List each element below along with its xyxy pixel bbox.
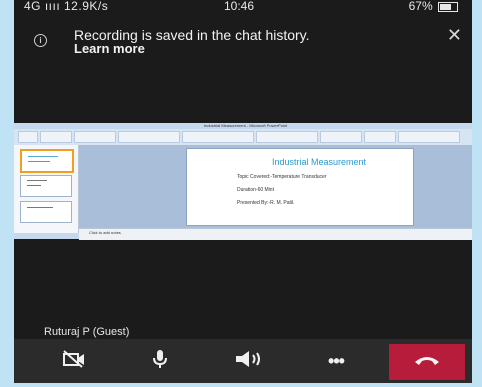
slide-thumbnail (20, 201, 72, 223)
battery-percent: 67% (408, 0, 433, 13)
slide-title: Industrial Measurement (271, 157, 367, 167)
camera-off-icon (62, 349, 86, 373)
shared-screen: Industrial Measurement - Microsoft Power… (14, 123, 472, 240)
slide-line: Topic Covered:-Temperature Transducer (237, 174, 327, 180)
phone-screen: 4G ıııı 12.9K/s 10:46 67% i Recording is… (14, 0, 472, 383)
ribbon-tool (256, 131, 318, 143)
notes-placeholder: Click to add notes (89, 230, 121, 235)
thumb-line (27, 207, 53, 208)
clock: 10:46 (224, 0, 255, 13)
slide-line: Duration-60 Mint (237, 187, 274, 193)
slide-canvas: Industrial Measurement Topic Covered:-Te… (79, 145, 472, 239)
thumb-line (28, 156, 58, 157)
battery-icon (438, 1, 458, 12)
ribbon-tool (182, 131, 254, 143)
ppt-status-bar (14, 233, 79, 239)
slide-thumbnail (20, 149, 74, 173)
close-icon[interactable]: ✕ (447, 26, 462, 44)
ribbon-tool (398, 131, 460, 143)
more-options-icon: ••• (328, 351, 345, 371)
ribbon-tool (118, 131, 180, 143)
microphone-icon (152, 349, 168, 374)
slide-thumbnail (20, 175, 72, 197)
slide-thumbnails (14, 145, 79, 239)
thumb-line (27, 185, 41, 186)
network-status: 4G ıııı 12.9K/s (24, 0, 109, 13)
current-slide: Industrial Measurement Topic Covered:-Te… (186, 148, 414, 226)
thumb-line (28, 161, 50, 162)
status-bar: 4G ıııı 12.9K/s 10:46 67% (14, 0, 472, 20)
ribbon-tool (18, 131, 38, 143)
thumb-line (27, 180, 47, 181)
camera-toggle-button[interactable] (44, 339, 104, 383)
speaker-icon (234, 350, 264, 373)
speaker-button[interactable] (219, 339, 279, 383)
slide-line: Presented By:-R. M. Patil. (237, 200, 295, 206)
ppt-title-bar: Industrial Measurement - Microsoft Power… (14, 123, 472, 129)
ribbon-tool (364, 131, 396, 143)
ppt-app-title: Industrial Measurement - Microsoft Power… (204, 123, 288, 128)
call-controls: ••• (14, 339, 472, 383)
battery-status: 67% (409, 0, 458, 16)
hang-up-icon (414, 353, 440, 371)
hang-up-button[interactable] (389, 344, 465, 380)
info-icon: i (34, 34, 47, 47)
ppt-ribbon: Industrial Measurement - Microsoft Power… (14, 123, 472, 145)
mic-toggle-button[interactable] (130, 339, 190, 383)
participant-name: Ruturaj P (Guest) (44, 326, 130, 338)
ribbon-tool (320, 131, 362, 143)
notes-pane: Click to add notes (79, 228, 472, 240)
banner-message: Recording is saved in the chat history. (74, 27, 310, 43)
recording-banner: i Recording is saved in the chat history… (14, 22, 472, 62)
ribbon-tool (74, 131, 116, 143)
ribbon-tool (40, 131, 72, 143)
more-options-button[interactable]: ••• (306, 339, 366, 383)
learn-more-link[interactable]: Learn more (74, 42, 145, 56)
